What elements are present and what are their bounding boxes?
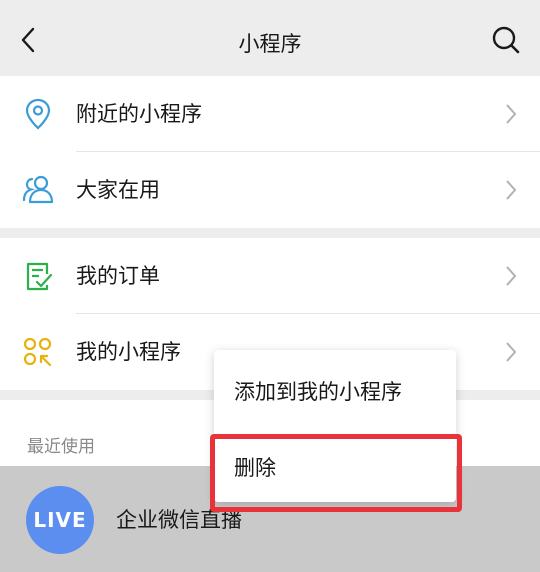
recent-title: 最近使用: [27, 437, 95, 457]
menu-item-label: 我的订单: [76, 264, 160, 288]
menu-item-label: 大家在用: [76, 178, 160, 202]
chevron-right-icon: [506, 266, 517, 286]
chevron-right-icon: [506, 180, 517, 200]
menu-item-nearby[interactable]: 附近的小程序: [0, 76, 540, 152]
menu-item-label: 附近的小程序: [76, 102, 202, 126]
menu-group-1: 附近的小程序 大家在用: [0, 76, 540, 228]
mini-program-icon: [20, 334, 56, 370]
search-icon: [492, 26, 520, 54]
search-button[interactable]: [488, 22, 524, 58]
menu-item-label: 删除: [234, 456, 276, 480]
add-to-my-mini-programs-button[interactable]: 添加到我的小程序: [214, 350, 456, 426]
menu-item-popular[interactable]: 大家在用: [0, 152, 540, 228]
avatar: LIVE: [26, 486, 94, 554]
context-menu: 添加到我的小程序 删除: [214, 350, 456, 502]
chevron-right-icon: [506, 342, 517, 362]
menu-item-label: 我的小程序: [76, 340, 181, 364]
menu-item-orders[interactable]: 我的订单: [0, 238, 540, 314]
page-title: 小程序: [238, 32, 302, 56]
users-icon: [20, 172, 56, 208]
chevron-right-icon: [506, 104, 517, 124]
order-check-icon: [20, 258, 56, 294]
delete-button[interactable]: 删除: [214, 426, 456, 502]
menu-item-label: 添加到我的小程序: [234, 380, 402, 404]
location-pin-icon: [20, 96, 56, 132]
header: 小程序: [0, 0, 540, 76]
recent-item-name: 企业微信直播: [116, 508, 242, 532]
